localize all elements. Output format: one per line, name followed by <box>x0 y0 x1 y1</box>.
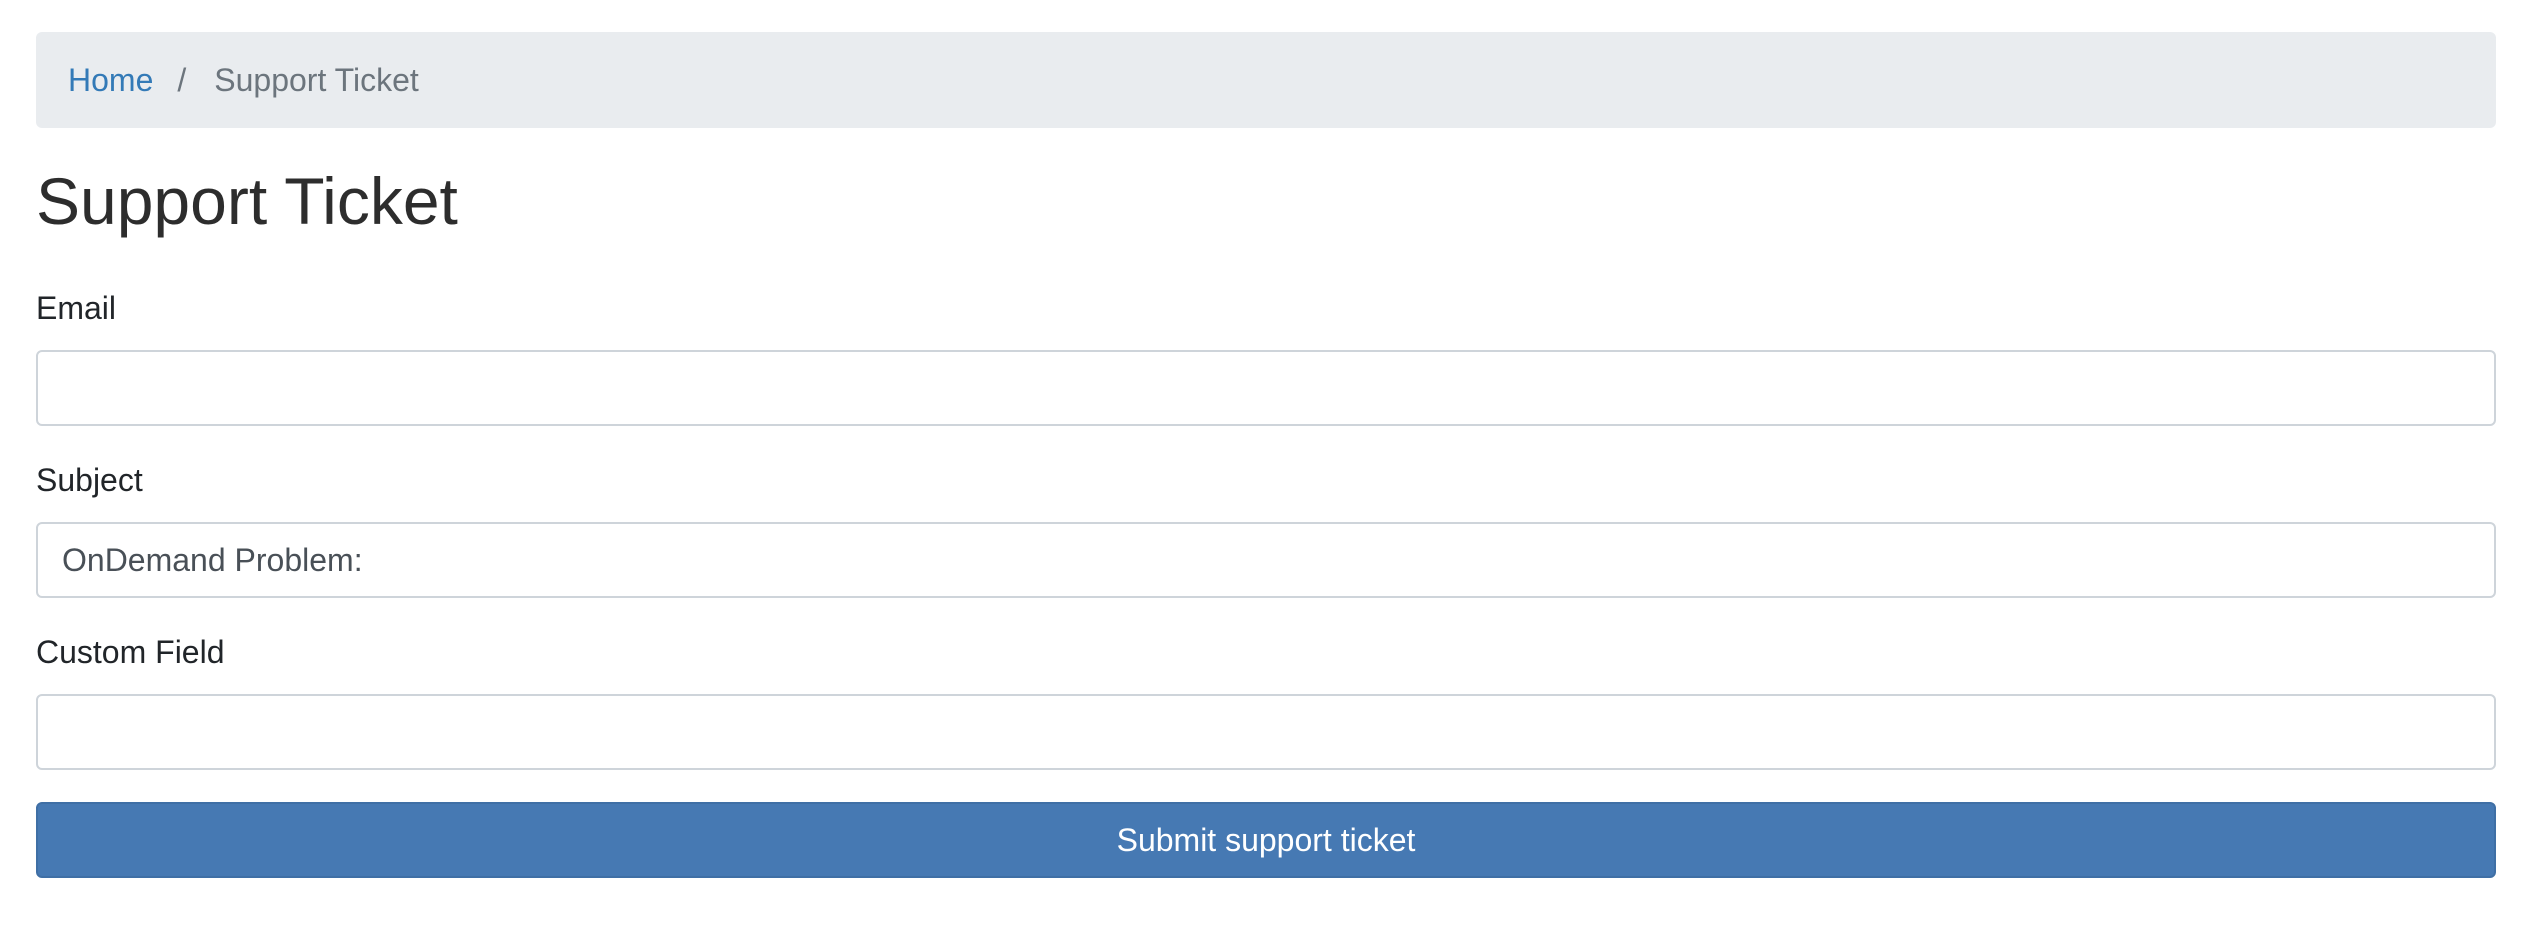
subject-label: Subject <box>36 462 143 498</box>
breadcrumb-separator: / <box>177 61 187 98</box>
page-title: Support Ticket <box>36 164 458 238</box>
submit-support-ticket-button[interactable]: Submit support ticket <box>36 802 2496 878</box>
breadcrumb-current: Support Ticket <box>214 61 419 98</box>
page-container: Home / Support Ticket Support Ticket Ema… <box>36 32 2496 878</box>
breadcrumb-home-link[interactable]: Home <box>68 62 153 99</box>
custom-field-label: Custom Field <box>36 634 225 670</box>
breadcrumb: Home / Support Ticket <box>36 32 2496 128</box>
custom-field-input[interactable] <box>36 694 2496 770</box>
subject-field[interactable] <box>36 522 2496 598</box>
email-label: Email <box>36 290 117 326</box>
email-field[interactable] <box>36 350 2496 426</box>
